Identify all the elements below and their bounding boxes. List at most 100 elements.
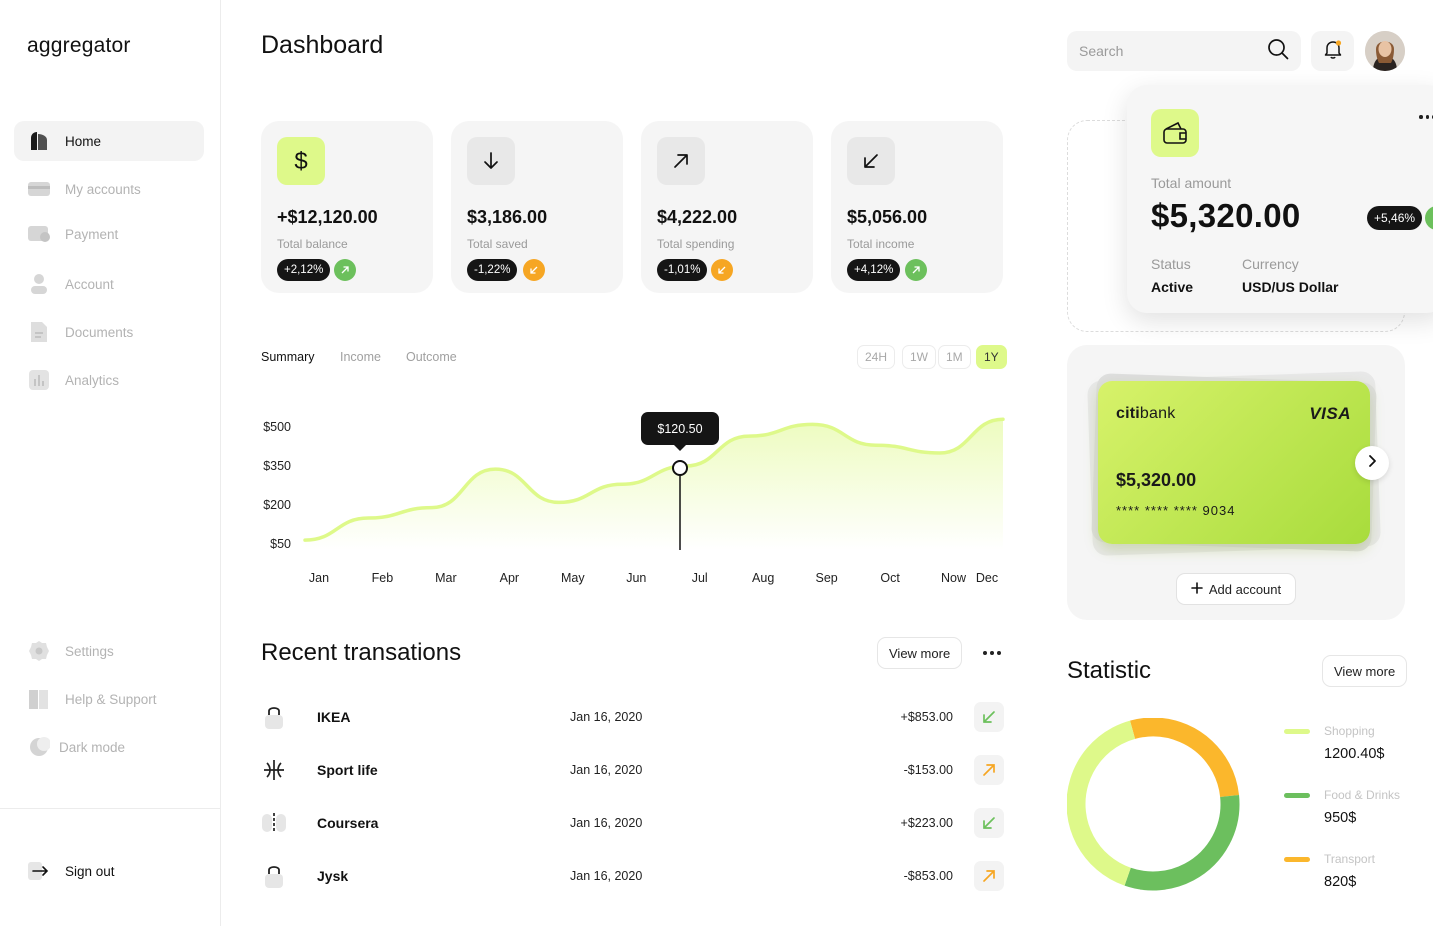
- tab-outcome[interactable]: Outcome: [406, 350, 457, 364]
- arrow-up-right-icon: [974, 755, 1004, 785]
- tab-income[interactable]: Income: [340, 350, 381, 364]
- wallet-icon: [1151, 109, 1199, 157]
- user-icon: [28, 273, 50, 295]
- y-tick-label: $350: [263, 459, 291, 473]
- bar-chart-icon: [28, 369, 50, 391]
- gear-icon: [28, 640, 50, 662]
- payment-card-icon: [28, 223, 50, 245]
- status-value: Active: [1151, 279, 1194, 295]
- stat-card-total-income[interactable]: $5,056.00 Total income +4,12%: [831, 121, 1003, 293]
- sidebar-item-payment[interactable]: Payment: [14, 214, 204, 254]
- x-tick-label: Dec: [976, 571, 998, 585]
- next-card-button[interactable]: [1355, 446, 1389, 480]
- transaction-amount: +$853.00: [900, 710, 953, 724]
- stat-label: Total balance: [277, 237, 348, 251]
- sidebar-item-label: Help & Support: [65, 691, 157, 707]
- transaction-date: Jan 16, 2020: [570, 816, 643, 830]
- summary-chart: $500 $350 $200 $50 Jan Feb Mar Apr May Jun Jul Aug S…: [263, 412, 1005, 585]
- moon-icon: [28, 736, 50, 758]
- tooltip-marker: [672, 460, 688, 476]
- transaction-date: Jan 16, 2020: [570, 763, 643, 777]
- bell-icon: [1322, 38, 1344, 65]
- more-options-icon[interactable]: [1419, 115, 1433, 119]
- x-tick-label: Jan: [309, 571, 329, 585]
- sidebar-item-help-support[interactable]: Help & Support: [14, 679, 204, 719]
- sidebar-divider: [0, 808, 220, 809]
- tooltip-pointer: [674, 445, 686, 451]
- sidebar-item-home[interactable]: Home: [14, 121, 204, 161]
- sign-out-icon: [28, 860, 50, 882]
- coursera-logo-icon: [261, 810, 287, 836]
- x-tick-label: Oct: [880, 571, 900, 585]
- stat-card-total-saved[interactable]: $3,186.00 Total saved -1,22%: [451, 121, 623, 293]
- tooltip-label: $120.50: [657, 422, 702, 436]
- trend-up-icon: [905, 259, 927, 281]
- sidebar-item-dark-mode[interactable]: Dark mode: [14, 727, 204, 767]
- legend-name: Food & Drinks: [1324, 788, 1401, 802]
- tab-summary[interactable]: Summary: [261, 350, 314, 364]
- add-account-button[interactable]: Add account: [1176, 573, 1296, 605]
- sidebar-item-settings[interactable]: Settings: [14, 631, 204, 671]
- card-number: **** **** **** 9034: [1116, 503, 1236, 518]
- add-account-label: Add account: [1208, 581, 1282, 597]
- legend-swatch: [1284, 793, 1310, 798]
- search-icon[interactable]: [1267, 38, 1289, 65]
- y-tick-label: $500: [263, 420, 291, 434]
- statistic-view-more-button[interactable]: View more: [1322, 655, 1408, 687]
- table-row[interactable]: Sport life Jan 16, 2020 -$153.00: [261, 753, 1004, 787]
- y-tick-label: $50: [270, 537, 291, 551]
- legend-name: Transport: [1324, 852, 1375, 866]
- stat-value: +$12,120.00: [277, 207, 378, 227]
- statistic-title: Statistic: [1067, 657, 1152, 684]
- legend-name: Shopping: [1324, 724, 1375, 738]
- sidebar-item-label: Dark mode: [59, 739, 126, 755]
- arrow-down-icon: [467, 137, 515, 185]
- stat-card-total-balance[interactable]: $ +$12,120.00 Total balance +2,12%: [261, 121, 433, 293]
- bank-logo: citibank: [1116, 405, 1176, 422]
- status-label: Status: [1151, 256, 1191, 272]
- transaction-name: Jysk: [317, 868, 349, 884]
- notifications-button[interactable]: [1311, 31, 1354, 71]
- home-icon: [28, 130, 50, 152]
- range-1y-button[interactable]: 1Y: [976, 345, 1007, 369]
- x-tick-label: Sep: [816, 571, 838, 585]
- x-tick-label: Feb: [372, 571, 394, 585]
- x-tick-label: Jun: [626, 571, 646, 585]
- search-bar[interactable]: [1067, 31, 1301, 71]
- table-row[interactable]: IKEA Jan 16, 2020 +$853.00: [261, 700, 1004, 734]
- range-24h-button[interactable]: 24H: [857, 345, 896, 369]
- arrow-down-left-icon: [847, 137, 895, 185]
- range-1m-button[interactable]: 1M: [938, 345, 971, 369]
- search-input[interactable]: [1079, 43, 1267, 59]
- range-1w-button[interactable]: 1W: [902, 345, 936, 369]
- stat-card-total-spending[interactable]: $4,222.00 Total spending -1,01%: [641, 121, 813, 293]
- table-row[interactable]: Jysk Jan 16, 2020 -$853.00: [261, 859, 1004, 893]
- stat-label: Total income: [847, 237, 915, 251]
- dollar-icon: $: [277, 137, 325, 185]
- sidebar-item-label: Analytics: [65, 372, 120, 388]
- sidebar-item-account[interactable]: Account: [14, 264, 204, 304]
- x-tick-label: Aug: [752, 571, 774, 585]
- transaction-amount: +$223.00: [900, 816, 953, 830]
- x-tick-label: Mar: [435, 571, 457, 585]
- legend-value: 950$: [1324, 810, 1357, 826]
- avatar[interactable]: [1365, 31, 1405, 71]
- bank-card[interactable]: citibank VISA $5,320.00 **** **** **** 9…: [1098, 381, 1370, 544]
- table-row[interactable]: Coursera Jan 16, 2020 +$223.00: [261, 806, 1004, 840]
- sign-out-button[interactable]: Sign out: [14, 851, 204, 891]
- sign-out-label: Sign out: [65, 863, 115, 879]
- more-options-icon[interactable]: [980, 643, 1004, 663]
- wallet-card-icon: [28, 178, 50, 200]
- sidebar-item-my-accounts[interactable]: My accounts: [14, 169, 204, 209]
- total-amount-card[interactable]: Total amount $5,320.00 +5,46% Status Act…: [1127, 85, 1433, 313]
- transactions-view-more-button[interactable]: View more: [877, 637, 963, 669]
- plus-icon: [1191, 581, 1203, 597]
- lock-logo-icon: [261, 704, 287, 730]
- arrow-down-left-icon: [974, 702, 1004, 732]
- sidebar-item-label: Home: [65, 133, 102, 149]
- book-icon: [28, 688, 50, 710]
- arrow-up-right-icon: [657, 137, 705, 185]
- sidebar-item-analytics[interactable]: Analytics: [14, 360, 204, 400]
- x-tick-label: May: [561, 571, 585, 585]
- sidebar-item-documents[interactable]: Documents: [14, 312, 204, 352]
